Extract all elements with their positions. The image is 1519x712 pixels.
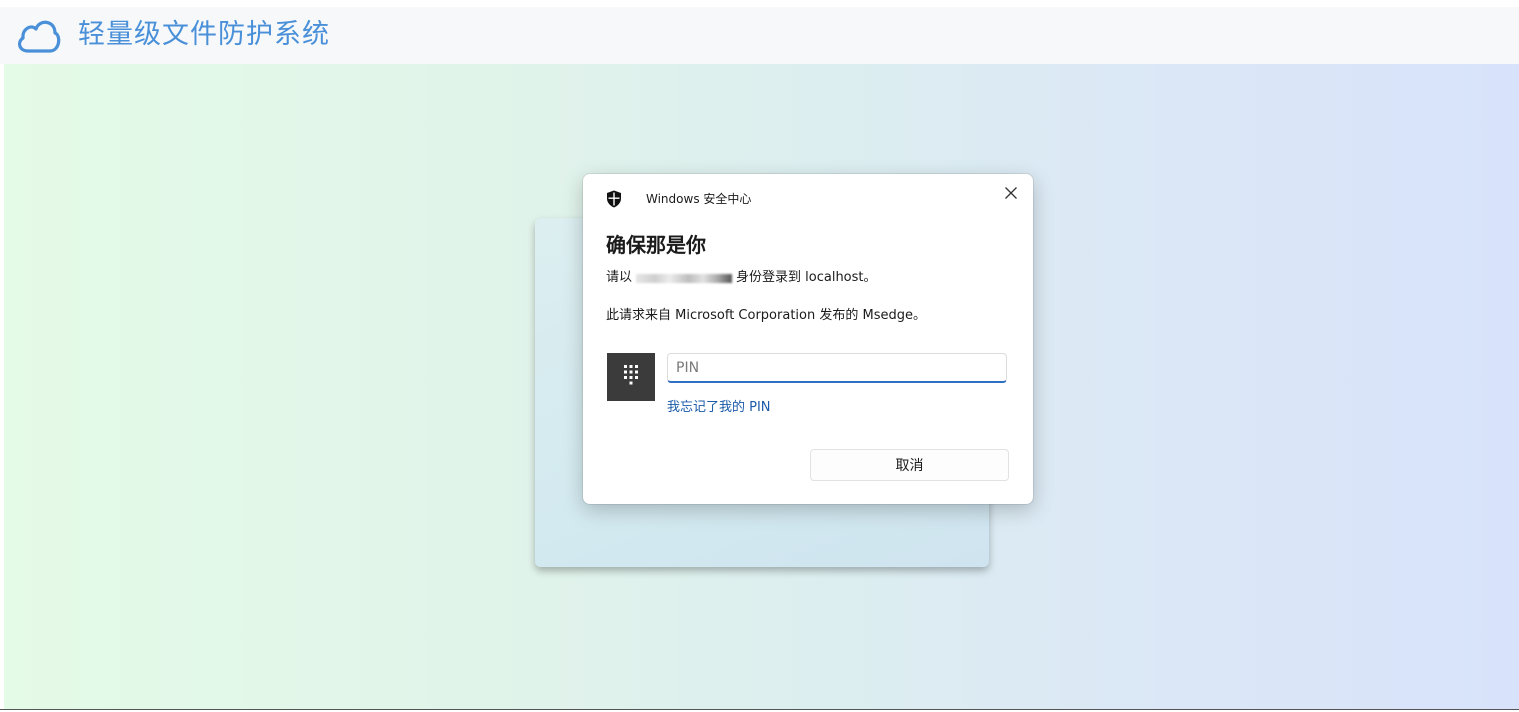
shield-icon [607, 190, 621, 208]
redacted-account-name [636, 273, 733, 283]
app-header: 轻量级文件防护系统 [0, 7, 1519, 64]
close-icon[interactable] [1001, 183, 1021, 203]
signin-suffix: 身份登录到 localhost。 [736, 270, 877, 285]
windows-security-dialog: Windows 安全中心 确保那是你 请以 身份登录到 localhost。 此… [583, 174, 1033, 504]
signin-instruction: 请以 身份登录到 localhost。 [606, 269, 877, 287]
cloud-icon [17, 20, 61, 53]
request-source-text: 此请求来自 Microsoft Corporation 发布的 Msedge。 [606, 308, 926, 323]
signin-prefix: 请以 [606, 270, 633, 285]
cancel-button[interactable]: 取消 [810, 449, 1009, 481]
dialog-source-label: Windows 安全中心 [646, 192, 752, 206]
forgot-pin-link[interactable]: 我忘记了我的 PIN [667, 399, 771, 417]
app-title: 轻量级文件防护系统 [78, 19, 330, 50]
bottom-divider [0, 709, 1519, 710]
pin-input[interactable] [667, 353, 1007, 383]
pin-pad-icon [607, 353, 655, 401]
dialog-heading: 确保那是你 [606, 233, 706, 257]
